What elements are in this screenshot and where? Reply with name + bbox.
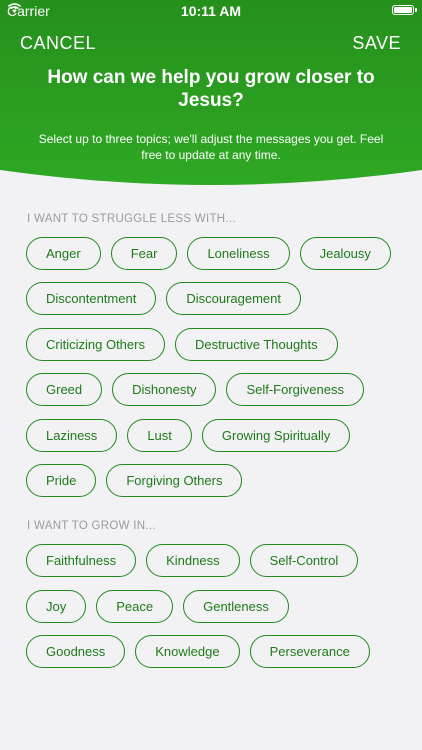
chip-row: Greed Dishonesty Self-Forgiveness [26,373,364,406]
save-button[interactable]: SAVE [352,33,401,54]
page-title: How can we help you grow closer to Jesus… [47,67,375,111]
topic-chip-discontentment[interactable]: Discontentment [26,282,157,315]
chip-row: Joy Peace Gentleness [26,590,289,623]
topic-chip-lust[interactable]: Lust [127,419,192,452]
topic-chip-fear[interactable]: Fear [110,237,178,270]
topic-chip-kindness[interactable]: Kindness [146,544,240,577]
topic-chip-forgiving-others[interactable]: Forgiving Others [106,464,243,497]
topic-chip-goodness[interactable]: Goodness [26,635,126,668]
topic-chip-laziness[interactable]: Laziness [26,419,118,452]
topic-chip-self-control[interactable]: Self-Control [249,544,359,577]
chip-row: Criticizing Others Destructive Thoughts [26,328,338,361]
topic-chip-self-forgiveness[interactable]: Self-Forgiveness [226,373,364,406]
status-bar: Carrier 10:11 AM [0,0,422,22]
topic-chip-destructive-thoughts[interactable]: Destructive Thoughts [174,328,338,361]
chip-row: Pride Forgiving Others [26,464,243,497]
topic-chip-pride[interactable]: Pride [26,464,97,497]
page-subtitle: Select up to three topics; we'll adjust … [38,132,384,162]
cancel-button[interactable]: CANCEL [20,33,96,54]
topic-chip-dishonesty[interactable]: Dishonesty [112,373,217,406]
chip-row: Faithfulness Kindness Self-Control [26,544,359,577]
topic-chip-greed[interactable]: Greed [26,373,103,406]
clock: 10:11 AM [180,3,242,19]
topic-chip-faithfulness[interactable]: Faithfulness [26,544,137,577]
battery-icon [392,5,417,15]
topic-chip-discouragement[interactable]: Discouragement [166,282,301,315]
topic-chip-criticizing-others[interactable]: Criticizing Others [26,328,165,361]
topic-chip-anger[interactable]: Anger [26,237,101,270]
section-label-struggle: I WANT TO STRUGGLE LESS WITH... [27,213,236,225]
topic-chip-knowledge[interactable]: Knowledge [135,635,240,668]
topic-chip-jealousy[interactable]: Jealousy [299,237,391,270]
topic-chip-gentleness[interactable]: Gentleness [183,590,289,623]
chip-row: Anger Fear Loneliness Jealousy [26,237,391,270]
chip-row: Goodness Knowledge Perseverance [26,635,370,668]
topic-chip-joy[interactable]: Joy [26,590,87,623]
topic-chip-perseverance[interactable]: Perseverance [249,635,370,668]
chip-row: Discontentment Discouragement [26,282,301,315]
topic-chip-growing-spiritually[interactable]: Growing Spiritually [201,419,351,452]
section-label-grow: I WANT TO GROW IN... [27,520,156,532]
chip-row: Laziness Lust Growing Spiritually [26,419,351,452]
topic-chip-peace[interactable]: Peace [96,590,174,623]
header-banner: Carrier 10:11 AM CANCEL SAVE How can we … [0,0,422,200]
topic-chip-loneliness[interactable]: Loneliness [187,237,290,270]
